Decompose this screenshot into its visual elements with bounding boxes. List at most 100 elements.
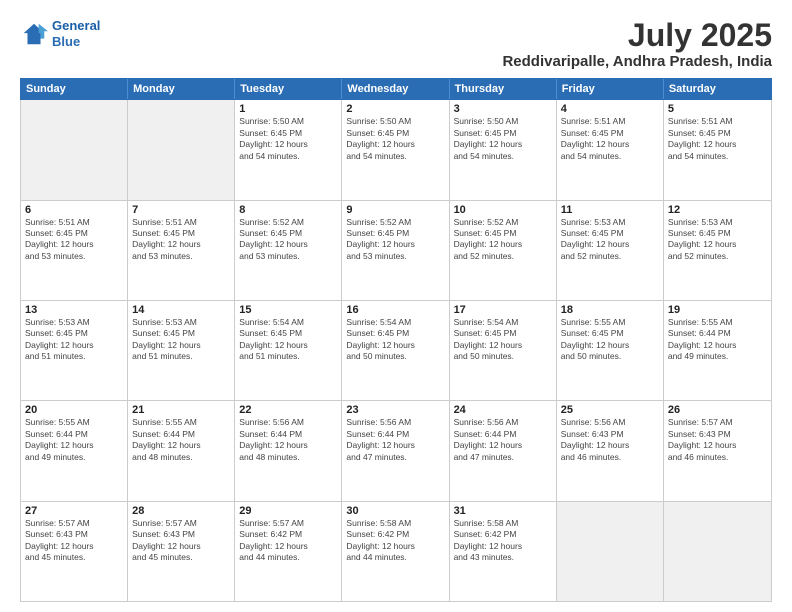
day-number: 12: [668, 204, 767, 216]
location-title: Reddivaripalle, Andhra Pradesh, India: [502, 53, 772, 70]
calendar-cell: 7Sunrise: 5:51 AM Sunset: 6:45 PM Daylig…: [128, 201, 235, 300]
day-number: 21: [132, 404, 230, 416]
calendar-cell: 13Sunrise: 5:53 AM Sunset: 6:45 PM Dayli…: [21, 301, 128, 400]
header-day-wednesday: Wednesday: [342, 79, 449, 99]
calendar-cell: 15Sunrise: 5:54 AM Sunset: 6:45 PM Dayli…: [235, 301, 342, 400]
day-number: 22: [239, 404, 337, 416]
day-info: Sunrise: 5:53 AM Sunset: 6:45 PM Dayligh…: [25, 317, 123, 363]
day-number: 7: [132, 204, 230, 216]
day-info: Sunrise: 5:51 AM Sunset: 6:45 PM Dayligh…: [25, 217, 123, 263]
calendar-cell: 4Sunrise: 5:51 AM Sunset: 6:45 PM Daylig…: [557, 100, 664, 199]
calendar-cell: [128, 100, 235, 199]
calendar-cell: 31Sunrise: 5:58 AM Sunset: 6:42 PM Dayli…: [450, 502, 557, 601]
logo-line1: General: [52, 18, 100, 33]
day-number: 29: [239, 505, 337, 517]
day-number: 10: [454, 204, 552, 216]
day-number: 9: [346, 204, 444, 216]
calendar-cell: 11Sunrise: 5:53 AM Sunset: 6:45 PM Dayli…: [557, 201, 664, 300]
calendar-body: 1Sunrise: 5:50 AM Sunset: 6:45 PM Daylig…: [20, 100, 772, 602]
calendar-cell: 24Sunrise: 5:56 AM Sunset: 6:44 PM Dayli…: [450, 401, 557, 500]
calendar: SundayMondayTuesdayWednesdayThursdayFrid…: [20, 78, 772, 602]
day-info: Sunrise: 5:52 AM Sunset: 6:45 PM Dayligh…: [346, 217, 444, 263]
day-info: Sunrise: 5:58 AM Sunset: 6:42 PM Dayligh…: [454, 518, 552, 564]
day-info: Sunrise: 5:52 AM Sunset: 6:45 PM Dayligh…: [454, 217, 552, 263]
calendar-cell: 2Sunrise: 5:50 AM Sunset: 6:45 PM Daylig…: [342, 100, 449, 199]
day-info: Sunrise: 5:53 AM Sunset: 6:45 PM Dayligh…: [668, 217, 767, 263]
calendar-row-3: 13Sunrise: 5:53 AM Sunset: 6:45 PM Dayli…: [21, 301, 771, 401]
calendar-header: SundayMondayTuesdayWednesdayThursdayFrid…: [20, 78, 772, 100]
header-day-tuesday: Tuesday: [235, 79, 342, 99]
calendar-cell: 20Sunrise: 5:55 AM Sunset: 6:44 PM Dayli…: [21, 401, 128, 500]
day-number: 2: [346, 103, 444, 115]
header: General Blue July 2025 Reddivaripalle, A…: [20, 18, 772, 70]
day-number: 19: [668, 304, 767, 316]
logo: General Blue: [20, 18, 100, 49]
day-number: 18: [561, 304, 659, 316]
calendar-cell: 29Sunrise: 5:57 AM Sunset: 6:42 PM Dayli…: [235, 502, 342, 601]
day-info: Sunrise: 5:52 AM Sunset: 6:45 PM Dayligh…: [239, 217, 337, 263]
day-number: 25: [561, 404, 659, 416]
calendar-cell: 6Sunrise: 5:51 AM Sunset: 6:45 PM Daylig…: [21, 201, 128, 300]
day-info: Sunrise: 5:55 AM Sunset: 6:44 PM Dayligh…: [25, 417, 123, 463]
calendar-cell: 8Sunrise: 5:52 AM Sunset: 6:45 PM Daylig…: [235, 201, 342, 300]
logo-line2: Blue: [52, 34, 80, 49]
day-number: 6: [25, 204, 123, 216]
day-number: 13: [25, 304, 123, 316]
day-number: 14: [132, 304, 230, 316]
day-info: Sunrise: 5:56 AM Sunset: 6:43 PM Dayligh…: [561, 417, 659, 463]
day-info: Sunrise: 5:56 AM Sunset: 6:44 PM Dayligh…: [239, 417, 337, 463]
header-day-sunday: Sunday: [21, 79, 128, 99]
calendar-row-4: 20Sunrise: 5:55 AM Sunset: 6:44 PM Dayli…: [21, 401, 771, 501]
calendar-cell: 5Sunrise: 5:51 AM Sunset: 6:45 PM Daylig…: [664, 100, 771, 199]
calendar-cell: 26Sunrise: 5:57 AM Sunset: 6:43 PM Dayli…: [664, 401, 771, 500]
day-info: Sunrise: 5:57 AM Sunset: 6:43 PM Dayligh…: [668, 417, 767, 463]
calendar-cell: 27Sunrise: 5:57 AM Sunset: 6:43 PM Dayli…: [21, 502, 128, 601]
calendar-cell: 17Sunrise: 5:54 AM Sunset: 6:45 PM Dayli…: [450, 301, 557, 400]
logo-text: General Blue: [52, 18, 100, 49]
month-title: July 2025: [502, 18, 772, 53]
calendar-cell: 18Sunrise: 5:55 AM Sunset: 6:45 PM Dayli…: [557, 301, 664, 400]
calendar-cell: [557, 502, 664, 601]
day-number: 23: [346, 404, 444, 416]
calendar-cell: 28Sunrise: 5:57 AM Sunset: 6:43 PM Dayli…: [128, 502, 235, 601]
day-number: 16: [346, 304, 444, 316]
day-info: Sunrise: 5:54 AM Sunset: 6:45 PM Dayligh…: [346, 317, 444, 363]
day-info: Sunrise: 5:56 AM Sunset: 6:44 PM Dayligh…: [346, 417, 444, 463]
day-number: 31: [454, 505, 552, 517]
day-number: 27: [25, 505, 123, 517]
calendar-cell: 16Sunrise: 5:54 AM Sunset: 6:45 PM Dayli…: [342, 301, 449, 400]
day-info: Sunrise: 5:51 AM Sunset: 6:45 PM Dayligh…: [561, 116, 659, 162]
logo-icon: [20, 20, 48, 48]
day-number: 20: [25, 404, 123, 416]
calendar-row-1: 1Sunrise: 5:50 AM Sunset: 6:45 PM Daylig…: [21, 100, 771, 200]
day-info: Sunrise: 5:50 AM Sunset: 6:45 PM Dayligh…: [454, 116, 552, 162]
day-number: 28: [132, 505, 230, 517]
calendar-cell: 30Sunrise: 5:58 AM Sunset: 6:42 PM Dayli…: [342, 502, 449, 601]
day-number: 30: [346, 505, 444, 517]
day-number: 8: [239, 204, 337, 216]
calendar-cell: 12Sunrise: 5:53 AM Sunset: 6:45 PM Dayli…: [664, 201, 771, 300]
calendar-row-5: 27Sunrise: 5:57 AM Sunset: 6:43 PM Dayli…: [21, 502, 771, 601]
day-info: Sunrise: 5:50 AM Sunset: 6:45 PM Dayligh…: [239, 116, 337, 162]
day-info: Sunrise: 5:53 AM Sunset: 6:45 PM Dayligh…: [132, 317, 230, 363]
title-block: July 2025 Reddivaripalle, Andhra Pradesh…: [502, 18, 772, 70]
day-number: 15: [239, 304, 337, 316]
calendar-cell: 10Sunrise: 5:52 AM Sunset: 6:45 PM Dayli…: [450, 201, 557, 300]
day-number: 17: [454, 304, 552, 316]
calendar-cell: 25Sunrise: 5:56 AM Sunset: 6:43 PM Dayli…: [557, 401, 664, 500]
header-day-thursday: Thursday: [450, 79, 557, 99]
day-info: Sunrise: 5:54 AM Sunset: 6:45 PM Dayligh…: [239, 317, 337, 363]
day-info: Sunrise: 5:56 AM Sunset: 6:44 PM Dayligh…: [454, 417, 552, 463]
day-info: Sunrise: 5:55 AM Sunset: 6:44 PM Dayligh…: [668, 317, 767, 363]
day-info: Sunrise: 5:51 AM Sunset: 6:45 PM Dayligh…: [132, 217, 230, 263]
calendar-cell: [21, 100, 128, 199]
day-number: 3: [454, 103, 552, 115]
day-number: 4: [561, 103, 659, 115]
day-info: Sunrise: 5:51 AM Sunset: 6:45 PM Dayligh…: [668, 116, 767, 162]
calendar-row-2: 6Sunrise: 5:51 AM Sunset: 6:45 PM Daylig…: [21, 201, 771, 301]
day-number: 1: [239, 103, 337, 115]
day-info: Sunrise: 5:50 AM Sunset: 6:45 PM Dayligh…: [346, 116, 444, 162]
calendar-cell: [664, 502, 771, 601]
page: General Blue July 2025 Reddivaripalle, A…: [0, 0, 792, 612]
calendar-cell: 3Sunrise: 5:50 AM Sunset: 6:45 PM Daylig…: [450, 100, 557, 199]
